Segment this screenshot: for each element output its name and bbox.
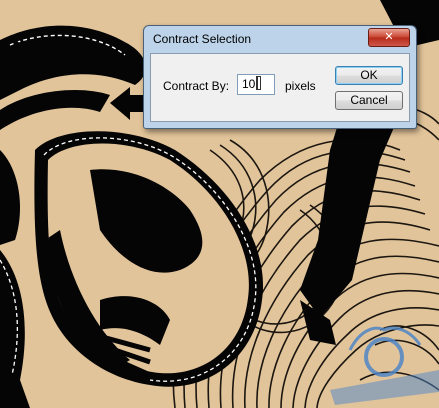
dialog-title: Contract Selection bbox=[153, 32, 252, 46]
close-icon: ✕ bbox=[384, 30, 394, 43]
text-cursor bbox=[256, 76, 262, 90]
cancel-button[interactable]: Cancel bbox=[335, 91, 403, 110]
contract-by-label: Contract By: bbox=[163, 79, 230, 93]
contract-by-input[interactable]: 10 bbox=[237, 74, 275, 95]
contract-selection-dialog: Contract Selection ✕ Contract By: 10 pix… bbox=[143, 25, 417, 129]
close-button[interactable]: ✕ bbox=[368, 28, 410, 47]
contract-by-value: 10 bbox=[242, 77, 256, 91]
ok-button[interactable]: OK bbox=[335, 66, 403, 85]
units-label: pixels bbox=[285, 79, 316, 93]
dialog-body: Contract By: 10 pixels OK Cancel bbox=[150, 53, 410, 122]
dialog-titlebar[interactable]: Contract Selection ✕ bbox=[144, 26, 416, 53]
